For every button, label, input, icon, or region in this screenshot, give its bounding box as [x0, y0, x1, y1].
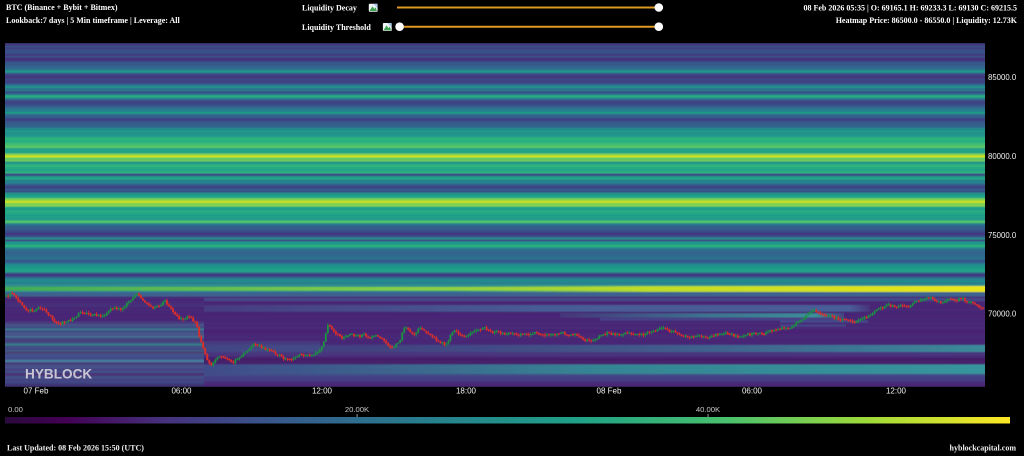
svg-text:BTC (Binance + Bybit + Bitmex): BTC (Binance + Bybit + Bitmex) [6, 3, 118, 12]
svg-text:80000.0: 80000.0 [988, 152, 1017, 161]
svg-text:06:00: 06:00 [171, 387, 192, 396]
svg-text:12:00: 12:00 [886, 387, 907, 396]
svg-text:40.00K: 40.00K [696, 405, 721, 414]
svg-text:07 Feb: 07 Feb [24, 387, 49, 396]
svg-text:18:00: 18:00 [456, 387, 477, 396]
svg-text:Heatmap Price: 86500.0 - 86550: Heatmap Price: 86500.0 - 86550.0 | Liqui… [836, 16, 1018, 25]
svg-text:08 Feb 2026 05:35 | O: 69165.1: 08 Feb 2026 05:35 | O: 69165.1 H: 69233.… [803, 3, 1017, 12]
svg-text:Liquidity Decay: Liquidity Decay [302, 4, 357, 13]
svg-text:12:00: 12:00 [312, 387, 333, 396]
svg-text:Lookback:7 days | 5 Min timefr: Lookback:7 days | 5 Min timeframe | Leve… [6, 16, 181, 25]
svg-text:HYBLOCK: HYBLOCK [25, 367, 92, 382]
svg-text:Liquidity Threshold: Liquidity Threshold [302, 23, 371, 32]
svg-text:06:00: 06:00 [742, 387, 763, 396]
svg-text:hyblockcapital.com: hyblockcapital.com [950, 444, 1017, 453]
svg-text:20.00K: 20.00K [345, 405, 370, 414]
svg-text:0.00: 0.00 [8, 405, 23, 414]
svg-text:70000.0: 70000.0 [988, 309, 1017, 318]
svg-text:Last Updated: 08 Feb 2026 15:5: Last Updated: 08 Feb 2026 15:50 (UTC) [7, 444, 144, 453]
svg-text:08 Feb: 08 Feb [597, 387, 622, 396]
svg-text:75000.0: 75000.0 [988, 231, 1017, 240]
svg-text:85000.0: 85000.0 [988, 73, 1017, 82]
